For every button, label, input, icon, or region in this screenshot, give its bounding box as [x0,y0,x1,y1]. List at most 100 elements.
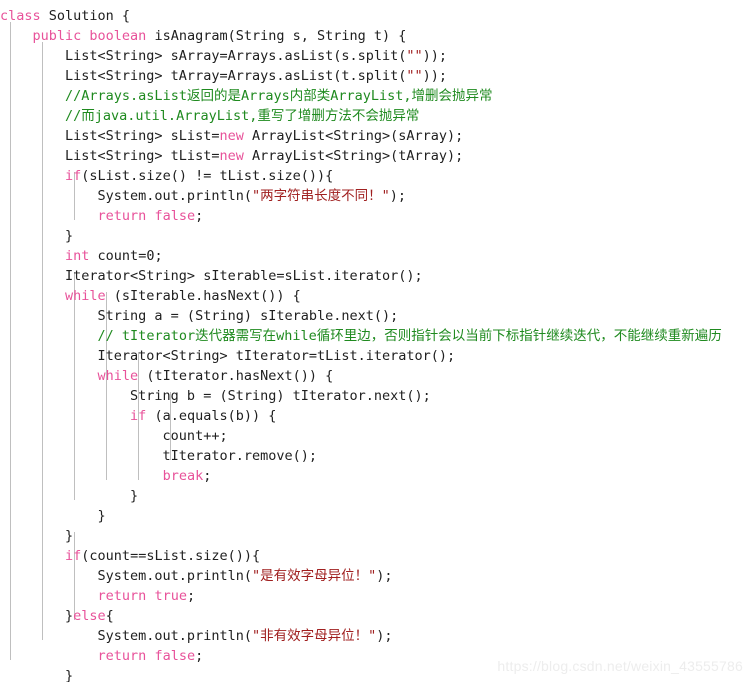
token-plain: { [105,608,114,624]
token-plain: ; [186,588,196,604]
token-kw: while [97,368,139,384]
code-line[interactable]: while (tIterator.hasNext()) { [0,366,749,386]
token-kw: if [65,168,82,184]
token-plain: isAnagram(String s, String t) { [146,28,407,44]
token-plain: } [0,528,74,544]
code-line[interactable]: List<String> sList=new ArrayList<String>… [0,126,749,146]
code-line[interactable]: Iterator<String> tIterator=tList.iterato… [0,346,749,366]
token-plain: ArrayList<String>(sArray); [243,128,464,144]
token-plain: (sList.size() != tList.size()){ [81,168,334,184]
code-line[interactable]: } [0,226,749,246]
token-plain: System.out.println( [0,188,252,204]
token-kw: class [0,8,41,24]
token-plain: (count==sList.size()){ [81,548,261,564]
token-plain: } [0,488,139,504]
token-plain: } [0,508,106,524]
token-plain: List<String> tArray=Arrays.asList(t.spli… [0,68,407,84]
token-plain: ArrayList<String>(tArray); [243,148,464,164]
code-line[interactable]: } [0,526,749,546]
token-kw: else [73,608,106,624]
token-cmt: //而java.util.ArrayList,重写了增删方法不会抛异常 [65,108,420,124]
code-line[interactable]: System.out.println("两字符串长度不同！"); [0,186,749,206]
token-kw: return true [97,588,187,604]
token-str: "是有效字母异位！" [251,568,377,584]
token-plain: ); [389,188,406,204]
token-plain: tIterator.remove(); [0,448,317,464]
code-line[interactable]: count++; [0,426,749,446]
code-line[interactable]: Iterator<String> sIterable=sList.iterato… [0,266,749,286]
token-plain: ; [195,648,204,664]
token-str: "非有效字母异位！" [251,628,377,644]
token-plain: ; [195,208,204,224]
code-line[interactable]: List<String> sArray=Arrays.asList(s.spli… [0,46,749,66]
token-plain: )); [422,68,448,84]
code-line[interactable]: // tIterator迭代器需写在while循环里边，否则指针会以当前下标指针… [0,326,749,346]
code-line[interactable]: while (sIterable.hasNext()) { [0,286,749,306]
code-line[interactable]: if(sList.size() != tList.size()){ [0,166,749,186]
token-kw: new [219,128,244,144]
token-kw: public boolean [32,28,147,44]
code-line[interactable]: }else{ [0,606,749,626]
code-line[interactable]: tIterator.remove(); [0,446,749,466]
code-line[interactable]: class Solution { [0,6,749,26]
code-line[interactable]: System.out.println("是有效字母异位！"); [0,566,749,586]
token-plain: } [0,608,74,624]
token-plain: ); [376,628,393,644]
code-line[interactable]: //而java.util.ArrayList,重写了增删方法不会抛异常 [0,106,749,126]
code-line[interactable]: public boolean isAnagram(String s, Strin… [0,26,749,46]
token-cmt: // tIterator迭代器需写在while循环里边，否则指针会以当前下标指针… [97,328,722,344]
code-line[interactable]: if(count==sList.size()){ [0,546,749,566]
token-plain: } [0,228,74,244]
token-kw: int [65,248,90,264]
code-line[interactable]: int count=0; [0,246,749,266]
code-line[interactable]: return false; [0,206,749,226]
code-line[interactable]: System.out.println("非有效字母异位！"); [0,626,749,646]
token-kw: return false [97,208,196,224]
code-line[interactable]: if (a.equals(b)) { [0,406,749,426]
code-line[interactable]: return true; [0,586,749,606]
token-plain: (a.equals(b)) { [146,408,277,424]
code-line[interactable]: break; [0,466,749,486]
code-line[interactable]: } [0,506,749,526]
code-line[interactable]: //Arrays.asList返回的是Arrays内部类ArrayList,增删… [0,86,749,106]
token-plain: ; [154,248,163,264]
watermark-text: https://blog.csdn.net/weixin_43555786 [497,658,743,674]
token-plain: count= [89,248,147,264]
token-plain: Iterator<String> sIterable=sList.iterato… [0,268,423,284]
code-editor-viewport: class Solution { public boolean isAnagra… [0,0,749,682]
token-plain: } [0,668,74,682]
token-kw: while [65,288,106,304]
token-plain: String b = (String) tIterator.next(); [0,388,431,404]
code-line[interactable]: List<String> tList=new ArrayList<String>… [0,146,749,166]
token-str: "" [406,48,423,64]
code-line[interactable]: } [0,486,749,506]
token-str: "两字符串长度不同！" [251,188,390,204]
code-line[interactable]: String b = (String) tIterator.next(); [0,386,749,406]
token-plain: List<String> sList= [0,128,220,144]
token-plain: (sIterable.hasNext()) { [105,288,301,304]
token-plain: Solution { [40,8,131,24]
code-line[interactable]: List<String> tArray=Arrays.asList(t.spli… [0,66,749,86]
token-plain: (tIterator.hasNext()) { [138,368,334,384]
token-plain: String a = (String) sIterable.next(); [0,308,399,324]
token-plain: Iterator<String> tIterator=tList.iterato… [0,348,456,364]
code-line[interactable]: String a = (String) sIterable.next(); [0,306,749,326]
token-kw: return false [97,648,196,664]
token-cmt: //Arrays.asList返回的是Arrays内部类ArrayList,增删… [65,88,493,104]
token-plain: List<String> sArray=Arrays.asList(s.spli… [0,48,407,64]
token-plain: count++; [0,428,228,444]
token-plain: System.out.println( [0,628,252,644]
code-content[interactable]: class Solution { public boolean isAnagra… [0,0,749,682]
